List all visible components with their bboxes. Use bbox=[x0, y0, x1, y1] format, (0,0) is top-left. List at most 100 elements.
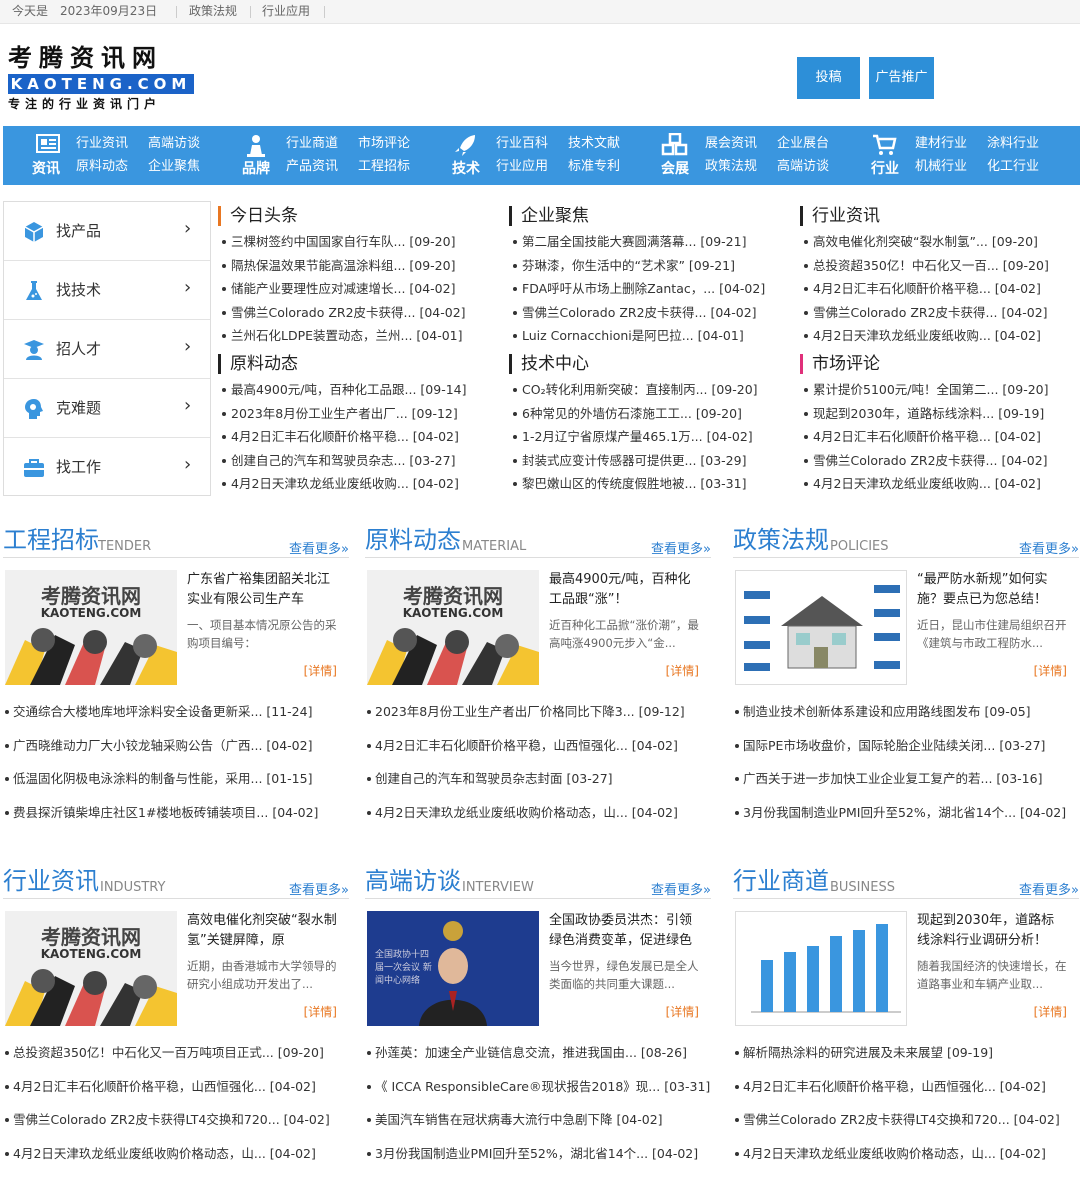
top-link-applications[interactable]: 行业应用 bbox=[262, 0, 310, 22]
side-item-jobs[interactable]: 找工作 › bbox=[4, 438, 210, 497]
thumbnail-image[interactable] bbox=[735, 570, 907, 685]
column-title[interactable]: 今日头条 bbox=[218, 206, 498, 226]
list-item[interactable]: 雪佛兰Colorado ZR2皮卡获得... [04-02] bbox=[803, 449, 1080, 473]
more-link[interactable]: 查看更多» bbox=[651, 879, 711, 898]
list-item[interactable]: 累计提价5100元/吨！全国第二... [09-20] bbox=[803, 378, 1080, 402]
list-item[interactable]: 解析隔热涂料的研究进展及未来展望 [09-19] bbox=[733, 1043, 1079, 1077]
list-item[interactable]: 雪佛兰Colorado ZR2皮卡获得... [04-02] bbox=[512, 301, 789, 325]
list-item[interactable]: 孙莲英：加速全产业链信息交流，推进我国由... [08-26] bbox=[365, 1043, 711, 1077]
list-item[interactable]: 三棵树签约中国国家自行车队... [09-20] bbox=[221, 230, 498, 254]
nav-item[interactable]: 原料动态 bbox=[76, 159, 128, 175]
list-item[interactable]: 4月2日汇丰石化顺酐价格平稳，山西恒强化... [04-02] bbox=[365, 736, 711, 770]
list-item[interactable]: 封装式应变计传感器可提供更... [03-29] bbox=[512, 449, 789, 473]
list-item[interactable]: 最高4900元/吨，百种化工品跟... [09-14] bbox=[221, 378, 498, 402]
featured-title[interactable]: 高效电催化剂突破“裂水制氢”关键屏障，原 bbox=[187, 911, 337, 951]
nav-item[interactable]: 工程招标 bbox=[358, 159, 410, 175]
list-item[interactable]: 4月2日汇丰石化顺酐价格平稳，山西恒强化... [04-02] bbox=[3, 1077, 349, 1111]
list-item[interactable]: 广西关于进一步加快工业企业复工复产的若... [03-16] bbox=[733, 769, 1079, 803]
list-item[interactable]: 费县探沂镇柴埠庄社区1#楼地板砖铺装项目... [04-02] bbox=[3, 803, 349, 837]
list-item[interactable]: 《 ICCA ResponsibleCare®现状报告2018》现... [03… bbox=[365, 1077, 711, 1111]
more-link[interactable]: 查看更多» bbox=[1019, 538, 1079, 557]
list-item[interactable]: 雪佛兰Colorado ZR2皮卡获得... [04-02] bbox=[221, 301, 498, 325]
section-title[interactable]: 高端访谈 bbox=[365, 866, 461, 896]
more-link[interactable]: 查看更多» bbox=[651, 538, 711, 557]
list-item[interactable]: 4月2日天津玖龙纸业废纸收购... [04-02] bbox=[221, 472, 498, 496]
site-logo[interactable]: 考腾资讯网 KAOTENG.COM 专注的行业资讯门户 bbox=[8, 44, 198, 112]
list-item[interactable]: 现起到2030年，道路标线涂料... [09-19] bbox=[803, 402, 1080, 426]
list-item[interactable]: 2023年8月份工业生产者出厂价格同比下降3... [09-12] bbox=[365, 702, 711, 736]
side-item-tech[interactable]: 找技术 › bbox=[4, 261, 210, 320]
nav-label-brand[interactable]: 品牌 bbox=[236, 158, 276, 178]
nav-label-expo[interactable]: 会展 bbox=[655, 158, 695, 178]
nav-item[interactable]: 市场评论 bbox=[358, 136, 410, 152]
column-title[interactable]: 技术中心 bbox=[509, 354, 789, 374]
thumbnail-image[interactable]: 考腾资讯网 KAOTENG.COM bbox=[5, 911, 177, 1026]
list-item[interactable]: 2023年8月份工业生产者出厂... [09-12] bbox=[221, 402, 498, 426]
featured-title[interactable]: “最严防水新规”如何实施？要点已为您总结！ bbox=[917, 570, 1067, 610]
list-item[interactable]: 创建自己的汽车和驾驶员杂志封面 [03-27] bbox=[365, 769, 711, 803]
side-item-talent[interactable]: 招人才 › bbox=[4, 320, 210, 379]
featured-title[interactable]: 最高4900元/吨，百种化工品跟“涨”！ bbox=[549, 570, 699, 610]
list-item[interactable]: FDA呼吁从市场上删除Zantac，... [04-02] bbox=[512, 277, 789, 301]
nav-item[interactable]: 化工行业 bbox=[987, 159, 1039, 175]
nav-item[interactable]: 产品资讯 bbox=[286, 159, 338, 175]
section-title[interactable]: 行业商道 bbox=[733, 866, 829, 896]
list-item[interactable]: 储能产业要理性应对减速增长... [04-02] bbox=[221, 277, 498, 301]
nav-item[interactable]: 高端访谈 bbox=[148, 136, 200, 152]
featured-title[interactable]: 全国政协委员洪杰：引领绿色消费变革，促进绿色 bbox=[549, 911, 699, 951]
list-item[interactable]: 黎巴嫩山区的传统度假胜地被... [03-31] bbox=[512, 472, 789, 496]
list-item[interactable]: 雪佛兰Colorado ZR2皮卡获得... [04-02] bbox=[803, 301, 1080, 325]
list-item[interactable]: 4月2日汇丰石化顺酐价格平稳... [04-02] bbox=[803, 425, 1080, 449]
column-title[interactable]: 企业聚焦 bbox=[509, 206, 789, 226]
nav-item[interactable]: 行业资讯 bbox=[76, 136, 128, 152]
nav-item[interactable]: 涂料行业 bbox=[987, 136, 1039, 152]
section-title[interactable]: 政策法规 bbox=[733, 525, 829, 555]
detail-link[interactable]: [详情] bbox=[304, 662, 337, 679]
detail-link[interactable]: [详情] bbox=[666, 1003, 699, 1020]
nav-label-industry[interactable]: 行业 bbox=[865, 158, 905, 178]
list-item[interactable]: 4月2日天津玖龙纸业废纸收购... [04-02] bbox=[803, 472, 1080, 496]
list-item[interactable]: 3月份我国制造业PMI回升至52%，湖北省14个... [04-02] bbox=[365, 1144, 711, 1178]
list-item[interactable]: 交通综合大楼地库地坪涂料安全设备更新采... [11-24] bbox=[3, 702, 349, 736]
nav-item[interactable]: 建材行业 bbox=[915, 136, 967, 152]
detail-link[interactable]: [详情] bbox=[304, 1003, 337, 1020]
nav-item[interactable]: 政策法规 bbox=[705, 159, 757, 175]
featured-title[interactable]: 现起到2030年，道路标线涂料行业调研分析！ bbox=[917, 911, 1067, 951]
column-title[interactable]: 行业资讯 bbox=[800, 206, 1080, 226]
nav-item[interactable]: 行业百科 bbox=[496, 136, 548, 152]
thumbnail-image[interactable] bbox=[735, 911, 907, 1026]
list-item[interactable]: 4月2日汇丰石化顺酐价格平稳... [04-02] bbox=[221, 425, 498, 449]
list-item[interactable]: 雪佛兰Colorado ZR2皮卡获得LT4交换和720... [04-02] bbox=[733, 1110, 1079, 1144]
nav-item[interactable]: 展会资讯 bbox=[705, 136, 757, 152]
thumbnail-image[interactable]: 考腾资讯网 KAOTENG.COM bbox=[367, 570, 539, 685]
list-item[interactable]: 总投资超350亿！中石化又一百万吨项目正式... [09-20] bbox=[3, 1043, 349, 1077]
list-item[interactable]: 高效电催化剂突破“裂水制氢”... [09-20] bbox=[803, 230, 1080, 254]
detail-link[interactable]: [详情] bbox=[1034, 1003, 1067, 1020]
submit-button[interactable]: 投稿 bbox=[797, 57, 860, 99]
nav-item[interactable]: 高端访谈 bbox=[777, 159, 829, 175]
list-item[interactable]: 4月2日汇丰石化顺酐价格平稳... [04-02] bbox=[803, 277, 1080, 301]
nav-item[interactable]: 技术文献 bbox=[568, 136, 620, 152]
nav-item[interactable]: 企业展台 bbox=[777, 136, 829, 152]
column-title[interactable]: 原料动态 bbox=[218, 354, 498, 374]
list-item[interactable]: Luiz Cornacchioni是阿巴拉... [04-01] bbox=[512, 324, 789, 348]
list-item[interactable]: 美国汽车销售在冠状病毒大流行中急剧下降 [04-02] bbox=[365, 1110, 711, 1144]
featured-title[interactable]: 广东省广裕集团韶关北江实业有限公司生产车 bbox=[187, 570, 337, 610]
list-item[interactable]: 创建自己的汽车和驾驶员杂志... [03-27] bbox=[221, 449, 498, 473]
list-item[interactable]: 总投资超350亿！中石化又一百... [09-20] bbox=[803, 254, 1080, 278]
list-item[interactable]: 制造业技术创新体系建设和应用路线图发布 [09-05] bbox=[733, 702, 1079, 736]
nav-item[interactable]: 行业商道 bbox=[286, 136, 338, 152]
nav-label-tech[interactable]: 技术 bbox=[446, 158, 486, 178]
list-item[interactable]: 隔热保温效果节能高温涂料组... [09-20] bbox=[221, 254, 498, 278]
list-item[interactable]: 4月2日天津玖龙纸业废纸收购... [04-02] bbox=[803, 324, 1080, 348]
more-link[interactable]: 查看更多» bbox=[289, 538, 349, 557]
section-title[interactable]: 工程招标 bbox=[3, 525, 99, 555]
detail-link[interactable]: [详情] bbox=[1034, 662, 1067, 679]
list-item[interactable]: 第二届全国技能大赛圆满落幕... [09-21] bbox=[512, 230, 789, 254]
thumbnail-image[interactable]: 考腾资讯网 KAOTENG.COM bbox=[5, 570, 177, 685]
more-link[interactable]: 查看更多» bbox=[289, 879, 349, 898]
list-item[interactable]: 芬琳漆，你生活中的“艺术家” [09-21] bbox=[512, 254, 789, 278]
list-item[interactable]: 4月2日天津玖龙纸业废纸收购价格动态，山... [04-02] bbox=[733, 1144, 1079, 1178]
detail-link[interactable]: [详情] bbox=[666, 662, 699, 679]
nav-label-news[interactable]: 资讯 bbox=[26, 158, 66, 178]
